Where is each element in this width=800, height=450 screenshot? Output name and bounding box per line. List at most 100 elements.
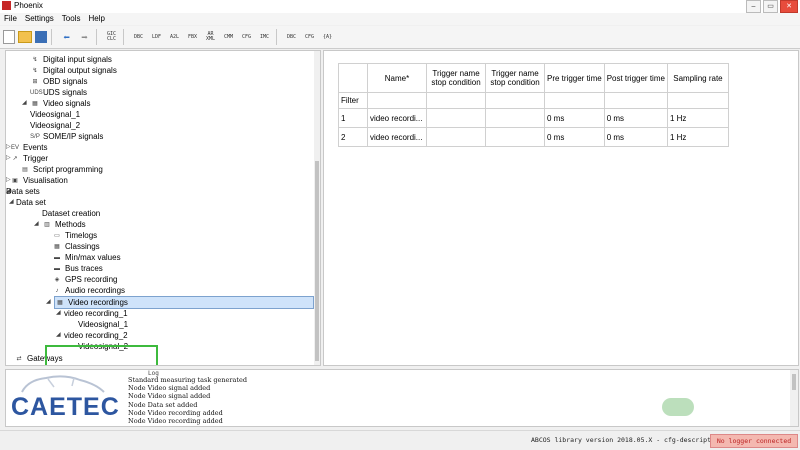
tree-item[interactable]: ▬ Bus traces bbox=[52, 263, 103, 274]
back-arrow-icon[interactable]: ⬅ bbox=[59, 30, 74, 45]
tree-item[interactable]: ▥ Methods bbox=[42, 219, 86, 230]
cmm-import-icon[interactable]: CMM bbox=[221, 30, 236, 45]
tree-item[interactable]: ▦ Classings bbox=[52, 241, 100, 252]
save-icon[interactable] bbox=[35, 31, 47, 43]
tree-node-icon: ▭ bbox=[54, 232, 60, 239]
cell-trigger-start[interactable] bbox=[426, 127, 486, 147]
cell-post-trigger[interactable]: 0 ms bbox=[603, 127, 668, 147]
fbx-import-icon[interactable]: FBX bbox=[185, 30, 200, 45]
log-scrollbar[interactable] bbox=[790, 370, 798, 426]
table-row[interactable]: 2 video recordi... 0 ms 0 ms 1 Hz bbox=[338, 127, 729, 147]
column-header-name[interactable]: Name* bbox=[367, 63, 427, 93]
a2l-import-icon[interactable]: A2L bbox=[167, 30, 182, 45]
tree-expander-icon[interactable]: ◢ bbox=[22, 98, 28, 109]
tree-item-label: Visualisation bbox=[23, 176, 68, 185]
tree-item[interactable]: EV Events bbox=[10, 142, 47, 153]
tree-expander-icon[interactable]: ◢ bbox=[56, 330, 62, 341]
column-header-post-trigger[interactable]: Post trigger time bbox=[603, 63, 668, 93]
tree-item[interactable]: S/P SOME/IP signals bbox=[30, 131, 103, 142]
tree-item[interactable]: ▦ Video signals bbox=[30, 98, 90, 109]
tree-item-label: Videosignal_1 bbox=[78, 320, 129, 329]
tree-item[interactable]: ▬ Min/max values bbox=[52, 252, 121, 263]
title-bar: Phoenix – ▭ ✕ bbox=[0, 0, 800, 14]
table-row[interactable]: 1 video recordi... 0 ms 0 ms 1 Hz bbox=[338, 108, 729, 128]
cell-trigger-stop[interactable] bbox=[485, 108, 545, 128]
tree-item[interactable]: Dataset creation bbox=[42, 208, 100, 219]
log-scrollbar-thumb[interactable] bbox=[792, 374, 796, 390]
tree-expander-icon[interactable]: ◢ bbox=[56, 308, 62, 319]
filter-cell[interactable] bbox=[367, 92, 427, 109]
tree-item-label: Trigger bbox=[23, 154, 49, 163]
new-file-icon[interactable] bbox=[3, 30, 15, 44]
column-header-pre-trigger[interactable]: Pre trigger time bbox=[544, 63, 605, 93]
tree-item[interactable]: ♪ Audio recordings bbox=[52, 285, 126, 296]
forward-arrow-icon[interactable]: ➡ bbox=[77, 30, 92, 45]
tree-item-label: Digital output signals bbox=[43, 66, 117, 75]
tree-item[interactable]: video recording_1 bbox=[64, 308, 128, 319]
library-version-text: ABCOS library version 2018.05.X - cfg-de… bbox=[531, 436, 719, 444]
variable-icon[interactable]: {A} bbox=[320, 30, 335, 45]
tree-item[interactable]: ◈ GPS recording bbox=[52, 274, 118, 285]
tree-item[interactable]: ▣ Visualisation bbox=[10, 175, 68, 186]
dbc-import-icon[interactable]: DBC bbox=[131, 30, 146, 45]
logger-status-badge: No logger connected bbox=[710, 434, 798, 448]
tree-expander-icon[interactable]: ◢ bbox=[9, 197, 15, 208]
tree-expander-icon[interactable]: ◢ bbox=[46, 297, 52, 308]
tree-item[interactable]: Videosignal_2 bbox=[78, 341, 128, 352]
tree-item[interactable]: ▤ Script programming bbox=[20, 164, 103, 175]
cell-sampling-rate[interactable]: 1 Hz bbox=[666, 127, 729, 147]
filter-cell[interactable] bbox=[603, 92, 668, 109]
maximize-button[interactable]: ▭ bbox=[763, 0, 778, 13]
log-line: Node Data set added bbox=[128, 400, 198, 409]
filter-cell[interactable] bbox=[426, 92, 486, 109]
tree-item[interactable]: ⇄ Gateways bbox=[14, 353, 62, 364]
filter-cell[interactable] bbox=[666, 92, 729, 109]
cell-pre-trigger[interactable]: 0 ms bbox=[544, 108, 605, 128]
tree-item[interactable]: Videosignal_1 bbox=[30, 109, 80, 120]
tree-expander-icon[interactable]: ◢ bbox=[34, 219, 40, 230]
cell-post-trigger[interactable]: 0 ms bbox=[603, 108, 668, 128]
column-header-trigger-stop[interactable]: Trigger name stop condition bbox=[485, 63, 545, 93]
cell-pre-trigger[interactable]: 0 ms bbox=[544, 127, 605, 147]
tree-item[interactable]: Data set bbox=[16, 197, 46, 208]
menu-help[interactable]: Help bbox=[84, 13, 108, 25]
menu-file[interactable]: File bbox=[0, 13, 21, 25]
tree-item[interactable]: Videosignal_2 bbox=[30, 120, 80, 131]
log-panel: CAETEC Log Standard measuring task gener… bbox=[5, 369, 799, 427]
tree-item[interactable]: Videosignal_1 bbox=[78, 319, 128, 330]
column-header-trigger-start[interactable]: Trigger name stop condition bbox=[426, 63, 486, 93]
menu-settings[interactable]: Settings bbox=[21, 13, 58, 25]
open-folder-icon[interactable] bbox=[18, 31, 32, 43]
column-header-sampling-rate[interactable]: Sampling rate bbox=[666, 63, 729, 93]
cfg-import-icon[interactable]: CFG bbox=[239, 30, 254, 45]
tree-scrollbar-thumb[interactable] bbox=[315, 161, 319, 361]
menu-tools[interactable]: Tools bbox=[58, 13, 85, 25]
filter-cell[interactable] bbox=[544, 92, 605, 109]
dbc-export-icon[interactable]: DBC bbox=[284, 30, 299, 45]
cell-name[interactable]: video recordi... bbox=[367, 127, 427, 147]
tree-scrollbar[interactable] bbox=[314, 51, 320, 365]
gic-clc-icon[interactable]: GIC CLC bbox=[104, 30, 119, 45]
tree-item[interactable]: Data sets bbox=[6, 186, 40, 197]
cell-trigger-stop[interactable] bbox=[485, 127, 545, 147]
tree-item[interactable]: ▭ Timelogs bbox=[52, 230, 97, 241]
log-lines: Standard measuring task generated Node V… bbox=[128, 376, 247, 425]
cfg-export-icon[interactable]: CFG bbox=[302, 30, 317, 45]
tree-item[interactable]: ↗ Trigger bbox=[10, 153, 48, 164]
cell-trigger-start[interactable] bbox=[426, 108, 486, 128]
tree-item[interactable]: UDS UDS signals bbox=[30, 87, 87, 98]
filter-cell[interactable] bbox=[485, 92, 545, 109]
tree-node-icon: ♪ bbox=[55, 287, 59, 294]
ldf-import-icon[interactable]: LDF bbox=[149, 30, 164, 45]
arxml-import-icon[interactable]: AR XML bbox=[203, 30, 218, 45]
tree-item[interactable]: ⊞ OBD signals bbox=[30, 76, 87, 87]
tree-item[interactable]: ↯ Digital input signals bbox=[30, 54, 111, 65]
close-button[interactable]: ✕ bbox=[780, 0, 798, 13]
tree-item-label: Min/max values bbox=[65, 253, 121, 262]
cell-name[interactable]: video recordi... bbox=[367, 108, 427, 128]
tree-item[interactable]: ↯ Digital output signals bbox=[30, 65, 117, 76]
cell-sampling-rate[interactable]: 1 Hz bbox=[666, 108, 729, 128]
imc-import-icon[interactable]: IMC bbox=[257, 30, 272, 45]
tree-item[interactable]: video recording_2 bbox=[64, 330, 128, 341]
minimize-button[interactable]: – bbox=[746, 0, 761, 13]
